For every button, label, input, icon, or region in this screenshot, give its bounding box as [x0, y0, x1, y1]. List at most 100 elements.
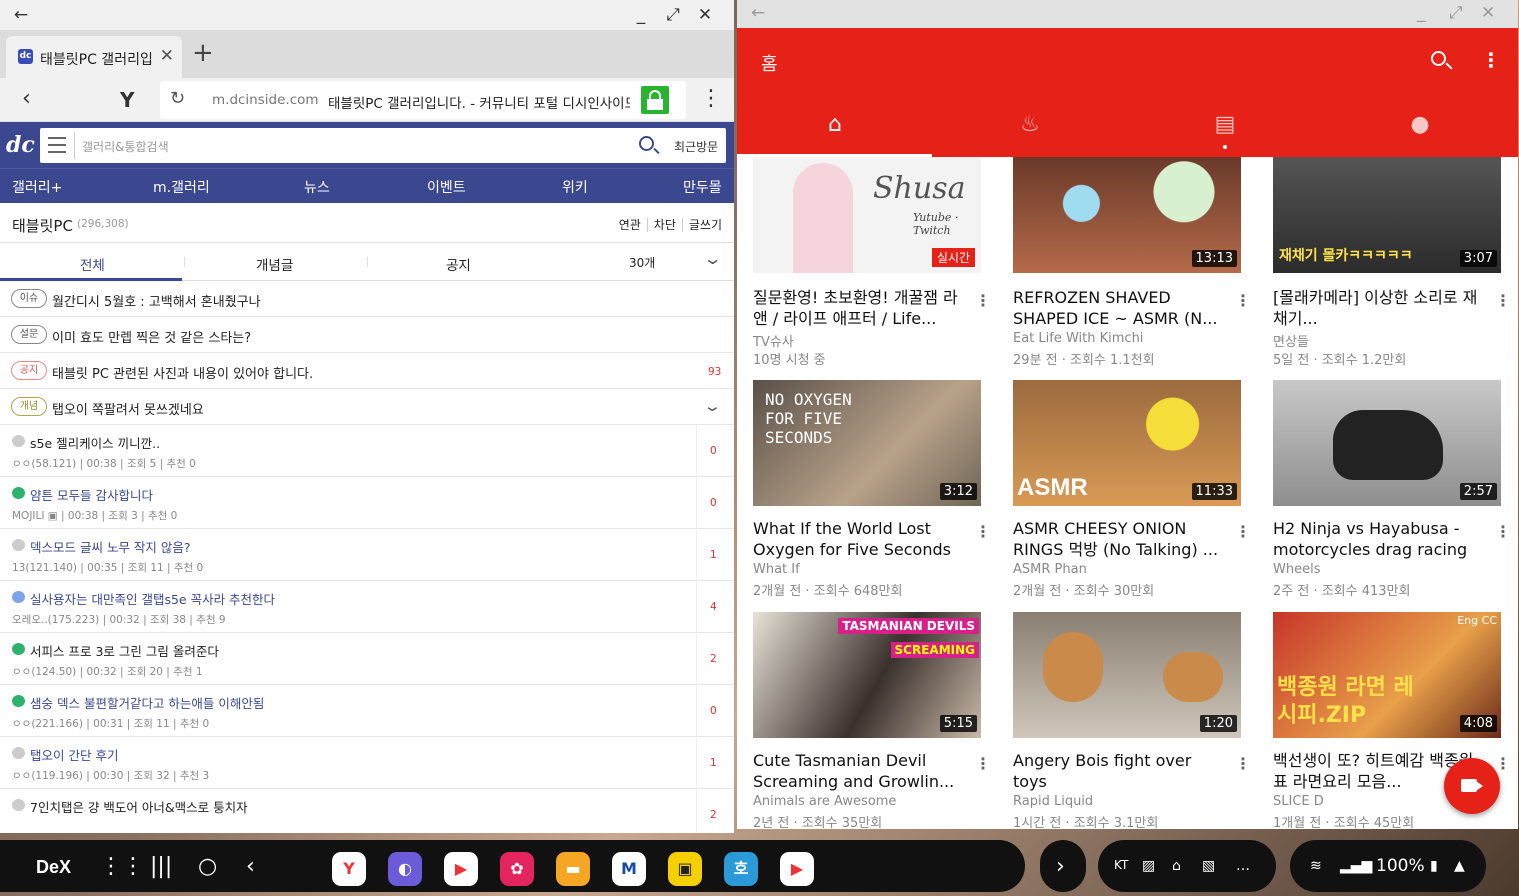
block-link[interactable]: 차단 [646, 218, 676, 232]
youtube-app-icon[interactable]: ▶ [780, 852, 814, 886]
video-options-icon[interactable]: ⋮ [1235, 291, 1251, 310]
dc-search-box[interactable]: 갤러리&통합검색 최근방문 [40, 128, 726, 163]
more-menu-icon[interactable]: ⋮ [1481, 48, 1501, 72]
video-card[interactable]: 재채기 몰카ㅋㅋㅋㅋㅋ 3:07 [몰래카메라] 이상한 소리로 재채기... … [1257, 157, 1511, 389]
write-link[interactable]: 글쓰기 [681, 218, 722, 232]
post-item[interactable]: 덱스모드 글씨 노무 작지 않음? 13(121.140) | 00:35 | … [0, 529, 734, 581]
video-title[interactable]: Cute Tasmanian Devil Screaming and Growl… [753, 750, 963, 792]
nav-item-news[interactable]: 뉴스 [304, 177, 330, 197]
page-size-select[interactable]: 30개 [629, 254, 655, 271]
video-title[interactable]: ASMR CHEESY ONION RINGS 먹방 (No Talking) … [1013, 518, 1223, 560]
video-card[interactable]: TASMANIAN DEVILS SCREAMING 5:15 Cute Tas… [737, 612, 991, 829]
yandex-icon[interactable]: Y [120, 88, 134, 112]
channel-name[interactable]: What If [753, 562, 800, 577]
reload-icon[interactable]: ↻ [170, 88, 185, 109]
notice-title[interactable]: 탭오이 쪽팔려서 못쓰겠네요 [52, 399, 204, 418]
video-options-icon[interactable]: ⋮ [975, 522, 991, 541]
post-title[interactable]: 실사용자는 대만족인 갤탭s5e 꼭사라 추천한다 [30, 589, 275, 608]
post-item[interactable]: 실사용자는 대만족인 갤탭s5e 꼭사라 추천한다 오레오..(175.223)… [0, 581, 734, 633]
post-item[interactable]: 탭오이 간단 후기 ㅇㅇ(119.196) | 00:30 | 조회 32 | … [0, 737, 734, 789]
samsung-internet-icon[interactable]: ◐ [388, 852, 422, 886]
post-title[interactable]: 덱스모드 글씨 노무 작지 않음? [30, 537, 191, 556]
video-thumbnail[interactable]: ASMR 11:33 [1013, 380, 1241, 506]
search-icon[interactable] [639, 136, 654, 151]
close-icon[interactable]: ✕ [1481, 3, 1495, 23]
back-icon[interactable]: ‹ [246, 854, 255, 879]
chevron-up-icon[interactable]: ▲ [1454, 858, 1465, 874]
chevron-right-icon[interactable]: › [1056, 854, 1065, 879]
tab-best[interactable]: 개념글 [256, 254, 293, 274]
recent-visit-button[interactable]: 최근방문 [674, 138, 718, 155]
home-circle-icon[interactable]: ○ [198, 854, 217, 879]
hamburger-icon[interactable] [48, 137, 66, 153]
notif-icon[interactable]: ⌂ [1172, 858, 1181, 874]
video-card[interactable]: ASMR 11:33 ASMR CHEESY ONION RINGS 먹방 (N… [997, 380, 1251, 612]
gallery-notif-icon[interactable]: ▨ [1142, 858, 1155, 874]
video-title[interactable]: Angery Bois fight over toys [1013, 750, 1223, 792]
post-title[interactable]: 얌튼 모두들 감사합니다 [30, 485, 153, 504]
maximize-icon[interactable]: ⤢ [1449, 3, 1463, 23]
video-card[interactable]: Shusa Yutube · Twitch 실시간 질문환영! 초보환영! 개꿀… [737, 157, 991, 389]
back-arrow-icon[interactable]: ← [10, 4, 32, 26]
tab-close-icon[interactable]: ✕ [160, 46, 174, 66]
korean-app-icon[interactable]: 호 [724, 852, 758, 886]
nav-item-m-gallery[interactable]: m.갤러리 [153, 177, 210, 197]
url-field[interactable]: ↻ m.dcinside.com 태블릿PC 갤러리입니다. - 커뮤니티 포털… [160, 81, 686, 119]
new-tab-icon[interactable]: + [192, 38, 214, 68]
channel-name[interactable]: ASMR Phan [1013, 562, 1087, 577]
chevron-down-icon[interactable]: ⌄ [703, 397, 722, 415]
video-title[interactable]: REFROZEN SHAVED SHAPED ICE ~ ASMR (N... [1013, 287, 1223, 329]
video-options-icon[interactable]: ⋮ [1495, 291, 1511, 310]
tab-all[interactable]: 전체 [80, 254, 105, 274]
apps-grid-icon[interactable]: ⋮⋮ [100, 854, 144, 879]
my-files-icon[interactable]: ▬ [556, 852, 590, 886]
video-title[interactable]: What If the World Lost Oxygen for Five S… [753, 518, 963, 560]
yandex-app-icon[interactable]: Y [332, 852, 366, 886]
post-item[interactable]: 샘숭 덱스 불편할거같다고 하는애들 이해안됨 ㅇㅇ(221.166) | 00… [0, 685, 734, 737]
notice-item[interactable]: 공지 태블릿 PC 관련된 사진과 내용이 있어야 합니다. 93 [0, 353, 734, 389]
notes-app-icon[interactable]: ▣ [668, 852, 702, 886]
nav-item-mall[interactable]: 만두몰 [683, 177, 722, 197]
video-options-icon[interactable]: ⋮ [1235, 754, 1251, 773]
upload-video-button[interactable] [1444, 758, 1500, 814]
post-title[interactable]: s5e 젤리케이스 끼니깐.. [30, 433, 160, 452]
more-menu-icon[interactable]: ⋮ [700, 86, 722, 111]
nav-item-gallery-plus[interactable]: 갤러리+ [12, 177, 62, 197]
chevron-down-icon[interactable]: ⌄ [703, 249, 723, 268]
minimize-icon[interactable]: _ [630, 4, 652, 26]
video-thumbnail[interactable]: 1:20 [1013, 612, 1241, 738]
wifi-icon[interactable]: ≋ [1310, 858, 1322, 874]
channel-name[interactable]: 면상들 [1273, 331, 1309, 350]
video-options-icon[interactable]: ⋮ [1495, 754, 1511, 773]
lock-icon[interactable] [641, 86, 669, 114]
notice-title[interactable]: 이미 효도 만렙 찍은 것 같은 스타는? [52, 327, 251, 346]
minimize-icon[interactable]: _ [1417, 3, 1426, 23]
post-item[interactable]: s5e 젤리케이스 끼니깐.. ㅇㅇ(58.121) | 00:38 | 조회 … [0, 425, 734, 477]
channel-name[interactable]: TV슈사 [753, 331, 794, 350]
m-app-icon[interactable]: M [612, 852, 646, 886]
channel-name[interactable]: Wheels [1273, 562, 1320, 577]
back-arrow-icon[interactable]: ← [751, 3, 765, 23]
video-card[interactable]: NO OXYGEN FOR FIVE SECONDS 3:12 What If … [737, 380, 991, 612]
search-icon[interactable] [1431, 51, 1446, 66]
gallery-app-icon[interactable]: ✿ [500, 852, 534, 886]
post-title[interactable]: 서피스 프로 3로 그린 그림 올려준다 [30, 641, 219, 660]
home-icon[interactable]: ⌂ [817, 112, 853, 137]
post-title[interactable]: 탭오이 간단 후기 [30, 745, 118, 764]
more-notifs-icon[interactable]: … [1236, 858, 1250, 874]
gallery-title[interactable]: 태블릿PC [12, 215, 73, 236]
video-thumbnail[interactable]: 2:57 [1273, 380, 1501, 506]
notice-title[interactable]: 월간디시 5월호 : 고백해서 혼내줬구나 [52, 291, 261, 310]
video-thumbnail[interactable]: TASMANIAN DEVILS SCREAMING 5:15 [753, 612, 981, 738]
video-card[interactable]: 13:13 REFROZEN SHAVED SHAPED ICE ~ ASMR … [997, 157, 1251, 389]
channel-name[interactable]: Eat Life With Kimchi [1013, 331, 1143, 346]
related-link[interactable]: 연관 [613, 218, 641, 232]
video-options-icon[interactable]: ⋮ [975, 291, 991, 310]
video-thumbnail[interactable]: 13:13 [1013, 157, 1241, 273]
back-icon[interactable]: ‹ [22, 86, 31, 111]
video-options-icon[interactable]: ⋮ [1235, 522, 1251, 541]
dc-logo[interactable]: dc [6, 132, 35, 158]
screen-notif-icon[interactable]: ▧ [1202, 858, 1215, 874]
post-item[interactable]: 7인치탭은 걍 백도어 아너&맥스로 퉁치자 2 [0, 789, 734, 833]
search-input[interactable]: 갤러리&통합검색 [82, 138, 169, 155]
